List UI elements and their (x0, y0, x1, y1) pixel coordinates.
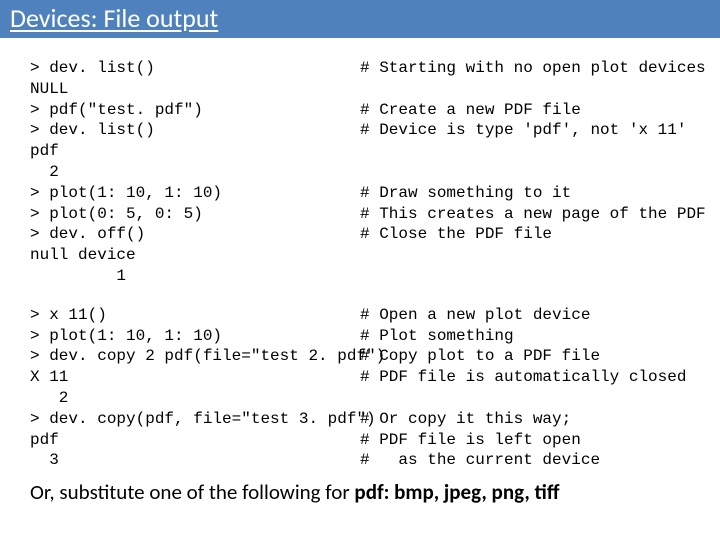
comment-text: # Create a new PDF file (360, 100, 690, 121)
code-text: > pdf("test. pdf") (30, 100, 360, 121)
code-text: 1 (30, 266, 360, 287)
comment-text (360, 245, 690, 266)
code-line: > dev. copy(pdf, file="test 3. pdf")# Or… (30, 409, 690, 430)
code-line: > dev. list()# Device is type 'pdf', not… (30, 120, 690, 141)
code-text: X 11 (30, 367, 360, 388)
code-text: > dev. off() (30, 224, 360, 245)
code-line: > plot(1: 10, 1: 10)# Plot something (30, 326, 690, 347)
code-text: 3 (30, 450, 360, 471)
code-line: > plot(1: 10, 1: 10)# Draw something to … (30, 183, 690, 204)
comment-text (360, 388, 690, 409)
code-line: > x 11()# Open a new plot device (30, 305, 690, 326)
code-line: X 11# PDF file is automatically closed (30, 367, 690, 388)
comment-text: # Device is type 'pdf', not 'x 11' (360, 120, 690, 141)
comment-text: # Copy plot to a PDF file (360, 346, 690, 367)
comment-text: # This creates a new page of the PDF (360, 204, 706, 225)
comment-text: # as the current device (360, 450, 690, 471)
code-block: > dev. list()# Starting with no open plo… (0, 38, 720, 471)
footer-bold: pdf: bmp, jpeg, png, tiff (354, 479, 559, 505)
comment-text: # Close the PDF file (360, 224, 690, 245)
code-line: 3# as the current device (30, 450, 690, 471)
code-text: > dev. copy 2 pdf(file="test 2. pdf") (30, 346, 360, 367)
comment-text: # Plot something (360, 326, 690, 347)
code-line: > dev. copy 2 pdf(file="test 2. pdf")# C… (30, 346, 690, 367)
code-text: 2 (30, 388, 360, 409)
code-line: null device (30, 245, 690, 266)
footer-prefix: Or, substitute one of the following for (30, 479, 354, 505)
code-text: NULL (30, 79, 360, 100)
comment-text: # PDF file is left open (360, 430, 690, 451)
code-text: > plot(1: 10, 1: 10) (30, 183, 360, 204)
code-line: > pdf("test. pdf")# Create a new PDF fil… (30, 100, 690, 121)
page-title: Devices: File output (10, 2, 710, 34)
code-text: > dev. list() (30, 58, 360, 79)
comment-text (360, 79, 690, 100)
comment-text (360, 141, 690, 162)
code-line: 1 (30, 266, 690, 287)
footer-note: Or, substitute one of the following for … (0, 471, 720, 505)
code-line: 2 (30, 162, 690, 183)
code-line: > plot(0: 5, 0: 5)# This creates a new p… (30, 204, 690, 225)
code-line: pdf (30, 141, 690, 162)
code-text: pdf (30, 141, 360, 162)
code-text: > dev. copy(pdf, file="test 3. pdf") (30, 409, 360, 430)
code-line: NULL (30, 79, 690, 100)
code-text: 2 (30, 162, 360, 183)
title-bar: Devices: File output (0, 0, 720, 38)
code-line: > dev. list()# Starting with no open plo… (30, 58, 690, 79)
code-line: 2 (30, 388, 690, 409)
code-line: > dev. off()# Close the PDF file (30, 224, 690, 245)
comment-text (360, 266, 690, 287)
comment-text: # Or copy it this way; (360, 409, 690, 430)
comment-text: # Starting with no open plot devices (360, 58, 706, 79)
code-text: > plot(0: 5, 0: 5) (30, 204, 360, 225)
code-text: > dev. list() (30, 120, 360, 141)
code-text: > plot(1: 10, 1: 10) (30, 326, 360, 347)
code-text: > x 11() (30, 305, 360, 326)
comment-text (360, 162, 690, 183)
comment-text: # Draw something to it (360, 183, 690, 204)
comment-text: # PDF file is automatically closed (360, 367, 690, 388)
comment-text: # Open a new plot device (360, 305, 690, 326)
code-line: pdf# PDF file is left open (30, 430, 690, 451)
code-text: pdf (30, 430, 360, 451)
code-text: null device (30, 245, 360, 266)
